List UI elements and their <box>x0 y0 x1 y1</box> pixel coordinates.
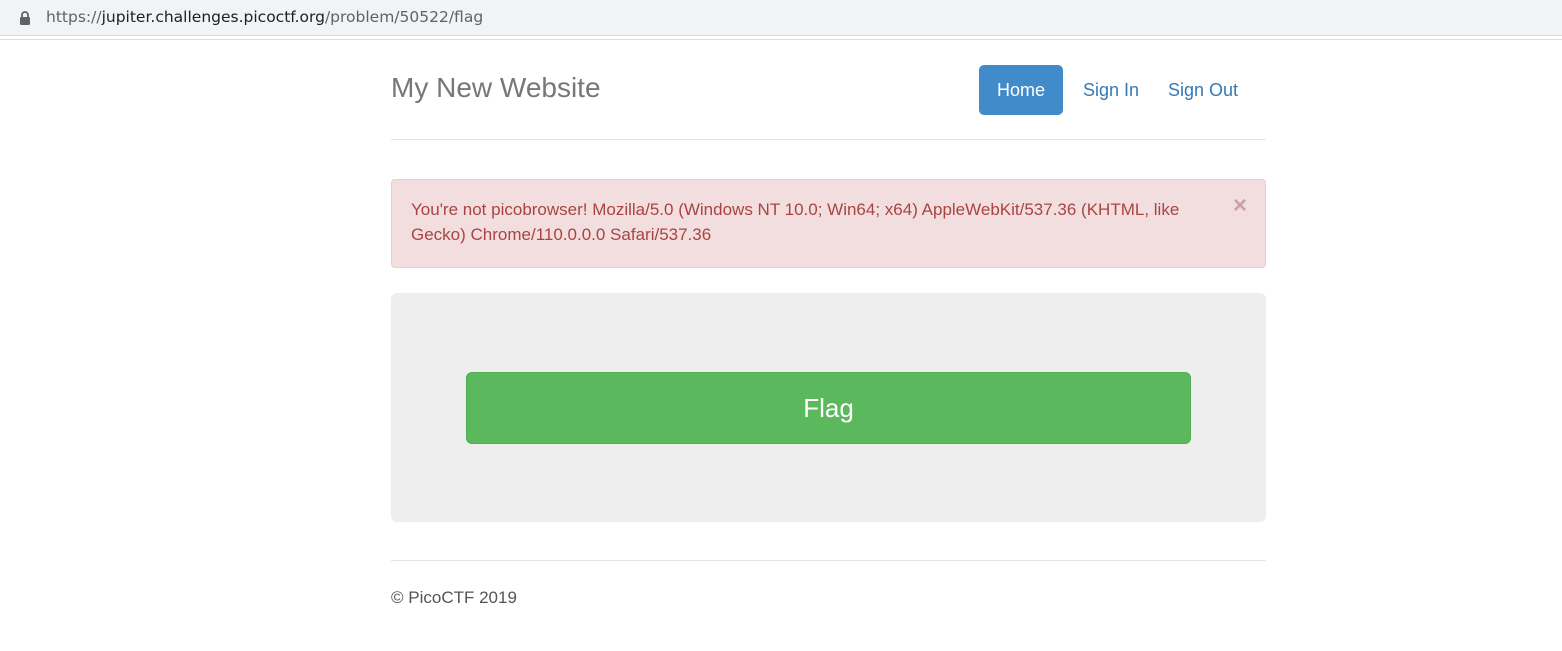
site-header: My New Website Home Sign In Sign Out <box>391 40 1266 140</box>
url-text[interactable]: https://jupiter.challenges.picoctf.org/p… <box>46 8 483 26</box>
alert-message: You're not picobrowser! Mozilla/5.0 (Win… <box>411 200 1180 244</box>
jumbotron: Flag <box>391 293 1266 522</box>
browser-address-bar[interactable]: https://jupiter.challenges.picoctf.org/p… <box>0 0 1562 36</box>
flag-button[interactable]: Flag <box>466 372 1191 444</box>
url-path: /problem/50522/flag <box>324 8 484 26</box>
error-alert: You're not picobrowser! Mozilla/5.0 (Win… <box>391 179 1266 268</box>
site-footer: © PicoCTF 2019 <box>391 560 1266 620</box>
url-host: jupiter.challenges.picoctf.org <box>101 8 325 26</box>
site-title: My New Website <box>391 72 601 103</box>
close-icon[interactable]: × <box>1233 194 1247 218</box>
nav-sign-in-link[interactable]: Sign In <box>1071 65 1151 115</box>
url-scheme: https:// <box>46 8 102 26</box>
nav-home-link[interactable]: Home <box>979 65 1063 115</box>
lock-icon[interactable] <box>19 11 31 25</box>
footer-copyright: © PicoCTF 2019 <box>391 588 517 607</box>
nav-sign-out-link[interactable]: Sign Out <box>1159 65 1247 115</box>
